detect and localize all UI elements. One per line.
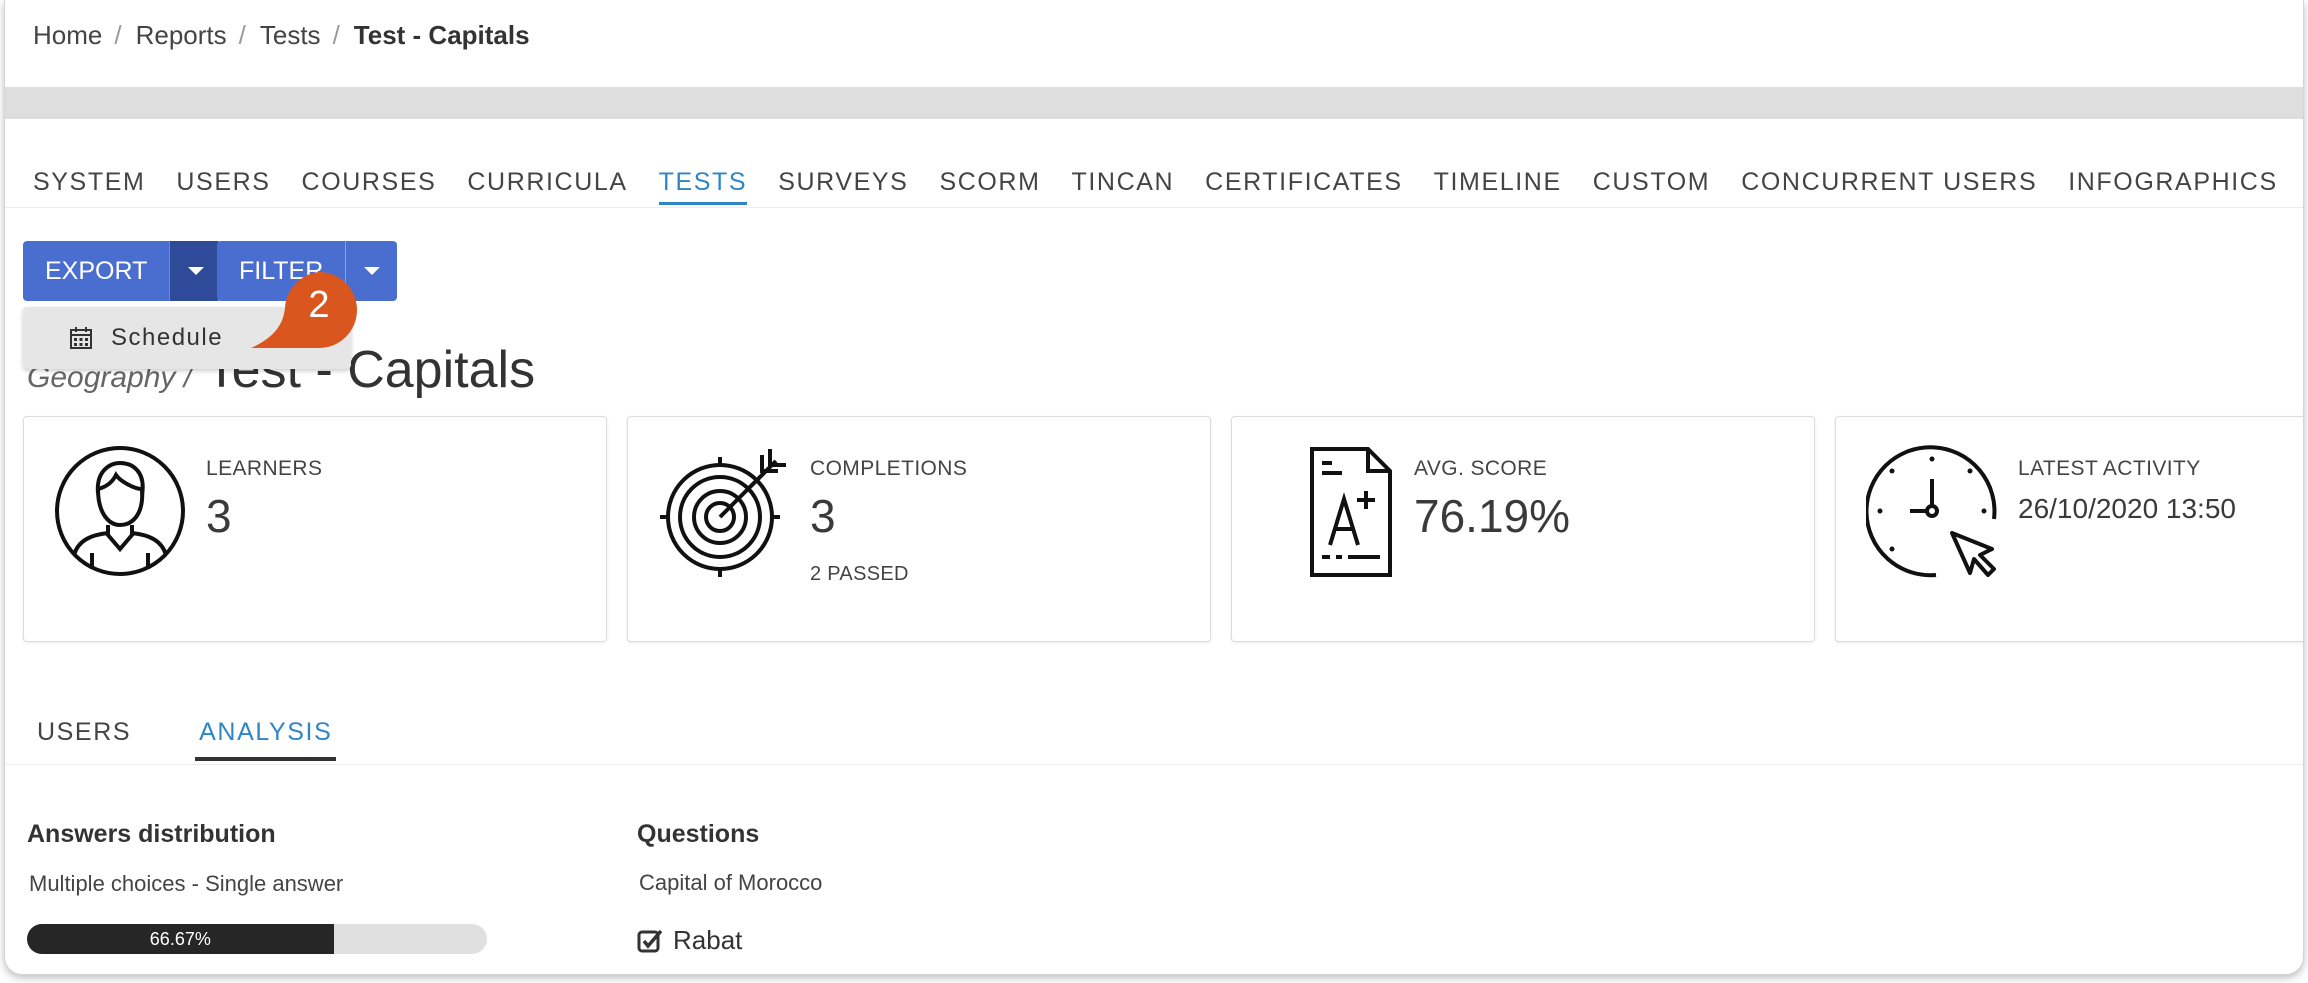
tab-curricula[interactable]: CURRICULA xyxy=(467,168,627,203)
tab-scorm[interactable]: SCORM xyxy=(939,168,1040,203)
completions-card: COMPLETIONS 3 2 PASSED xyxy=(627,416,1211,642)
question-type: Multiple choices - Single answer xyxy=(29,871,344,896)
target-icon xyxy=(660,449,786,577)
detail-tabs: USERS ANALYSIS xyxy=(33,718,396,761)
avg-score-value: 76.19% xyxy=(1414,490,1571,542)
breadcrumb-tests[interactable]: Tests xyxy=(260,20,321,51)
question-text: Capital of Morocco xyxy=(639,870,823,895)
tab-users-detail[interactable]: USERS xyxy=(33,718,135,747)
answer-text: Rabat xyxy=(673,925,743,955)
callout-bubble-icon xyxy=(251,272,357,348)
header-divider-bar xyxy=(5,87,2303,119)
passed-count: 2 PASSED xyxy=(810,563,909,585)
export-button[interactable]: EXPORT xyxy=(23,241,170,301)
completions-value: 3 xyxy=(810,490,836,542)
tab-certificates[interactable]: CERTIFICATES xyxy=(1205,168,1402,203)
report-tabs: SYSTEM USERS COURSES CURRICULA TESTS SUR… xyxy=(33,168,2303,205)
breadcrumb-separator: / xyxy=(332,20,340,50)
tab-tincan[interactable]: TINCAN xyxy=(1072,168,1175,203)
caret-down-icon xyxy=(363,267,380,275)
learners-card: LEARNERS 3 xyxy=(23,416,607,642)
completions-label: COMPLETIONS xyxy=(810,457,968,480)
tab-concurrent-users[interactable]: CONCURRENT USERS xyxy=(1741,168,2037,203)
breadcrumb-home[interactable]: Home xyxy=(33,20,102,51)
tab-analysis[interactable]: ANALYSIS xyxy=(195,718,337,761)
subtabs-divider xyxy=(5,764,2303,765)
answer-progress-bar: 66.67% xyxy=(27,924,487,954)
export-dropdown-toggle[interactable] xyxy=(169,241,222,301)
user-icon xyxy=(55,446,185,576)
tab-users[interactable]: USERS xyxy=(176,168,270,203)
export-button-group: EXPORT xyxy=(23,241,222,301)
step-number: 2 xyxy=(308,284,330,326)
tab-system[interactable]: SYSTEM xyxy=(33,168,145,203)
breadcrumb-current: Test - Capitals xyxy=(353,20,530,50)
tab-courses[interactable]: COURSES xyxy=(302,168,437,203)
tab-infographics[interactable]: INFOGRAPHICS xyxy=(2068,168,2278,203)
checked-box-icon xyxy=(637,929,663,952)
latest-activity-value: 26/10/2020 13:50 xyxy=(2018,493,2236,524)
breadcrumb-separator: / xyxy=(238,20,246,50)
tab-tests[interactable]: TESTS xyxy=(658,168,748,205)
latest-activity-label: LATEST ACTIVITY xyxy=(2018,457,2201,480)
clock-cursor-icon xyxy=(1866,445,1997,578)
graded-document-icon xyxy=(1310,447,1392,577)
learners-value: 3 xyxy=(206,490,232,542)
tab-surveys[interactable]: SURVEYS xyxy=(778,168,908,203)
step-callout-badge: 2 xyxy=(251,268,361,352)
tabs-divider xyxy=(5,207,2303,208)
tab-custom[interactable]: CUSTOM xyxy=(1593,168,1710,203)
learners-label: LEARNERS xyxy=(206,457,323,480)
breadcrumb-separator: / xyxy=(114,20,122,50)
answers-distribution-title: Answers distribution xyxy=(27,820,276,848)
latest-activity-card: LATEST ACTIVITY 26/10/2020 13:50 xyxy=(1835,416,2303,642)
schedule-menu-item[interactable]: Schedule xyxy=(111,324,223,352)
caret-down-icon xyxy=(187,267,204,275)
tab-timeline[interactable]: TIMELINE xyxy=(1434,168,1562,203)
progress-fill: 66.67% xyxy=(27,924,334,954)
answer-item: Rabat xyxy=(637,925,742,956)
avg-score-label: AVG. SCORE xyxy=(1414,457,1548,480)
calendar-icon xyxy=(70,327,92,349)
breadcrumb-reports[interactable]: Reports xyxy=(136,20,227,51)
app-frame: Home / Reports / Tests / Test - Capitals… xyxy=(4,0,2304,975)
avg-score-card: AVG. SCORE 76.19% xyxy=(1231,416,1815,642)
breadcrumb: Home / Reports / Tests / Test - Capitals xyxy=(33,20,530,51)
questions-title: Questions xyxy=(637,820,760,848)
